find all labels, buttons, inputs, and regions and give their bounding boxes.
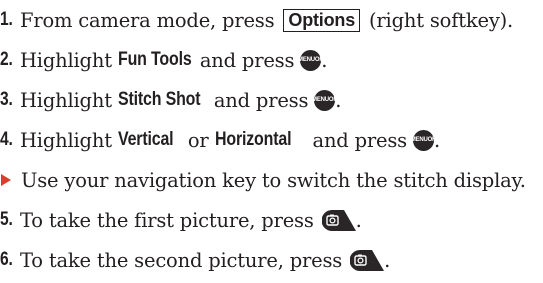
- step-text: To take the second picture, press: [20, 248, 343, 272]
- note-navigation: Use your navigation key to switch the st…: [0, 160, 526, 200]
- option-horizontal: Horizontal: [214, 129, 292, 150]
- step-1: 1. From camera mode, press Options (righ…: [0, 0, 513, 40]
- step-4: 4. Highlight Vertical or Horizontal and …: [0, 128, 440, 152]
- camera-key-icon: [350, 249, 385, 271]
- step-number: 5.: [0, 209, 13, 230]
- step-text-suffix: (right softkey).: [369, 8, 514, 32]
- menu-ok-key-icon: MENU OK: [298, 49, 324, 71]
- step-6: 6. To take the second picture, press .: [0, 248, 391, 272]
- step-2: 2. Highlight Fun Tools and press MENU OK.: [0, 48, 328, 72]
- step-text: Highlight: [20, 88, 112, 112]
- options-softkey-label: Options: [283, 8, 361, 32]
- step-text: From camera mode, press: [20, 8, 275, 32]
- step-text: To take the first picture, press: [20, 208, 314, 232]
- step-number: 1.: [0, 9, 13, 30]
- camera-key-icon: [321, 209, 356, 231]
- menu-item-stitch-shot: Stitch Shot: [117, 89, 201, 110]
- step-number: 4.: [0, 129, 13, 150]
- step-5: 5. To take the first picture, press .: [0, 208, 362, 232]
- step-text: Highlight: [20, 128, 112, 152]
- step-text-suffix: and press: [213, 88, 309, 112]
- step-number: 6.: [0, 249, 13, 270]
- menu-item-fun-tools: Fun Tools: [117, 49, 192, 70]
- red-arrow-bullet-icon: [1, 174, 11, 186]
- menu-ok-key-icon: MENU OK: [312, 89, 338, 111]
- option-vertical: Vertical: [117, 129, 174, 150]
- step-text-suffix: and press: [199, 48, 295, 72]
- step-number: 2.: [0, 49, 13, 70]
- step-text-suffix: and press: [312, 128, 408, 152]
- step-number: 3.: [0, 89, 13, 110]
- step-text: Highlight: [20, 48, 112, 72]
- step-3: 3. Highlight Stitch Shot and press MENU O…: [0, 88, 342, 112]
- note-text: Use your navigation key to switch the st…: [21, 168, 526, 192]
- menu-ok-key-icon: MENU OK: [411, 129, 436, 151]
